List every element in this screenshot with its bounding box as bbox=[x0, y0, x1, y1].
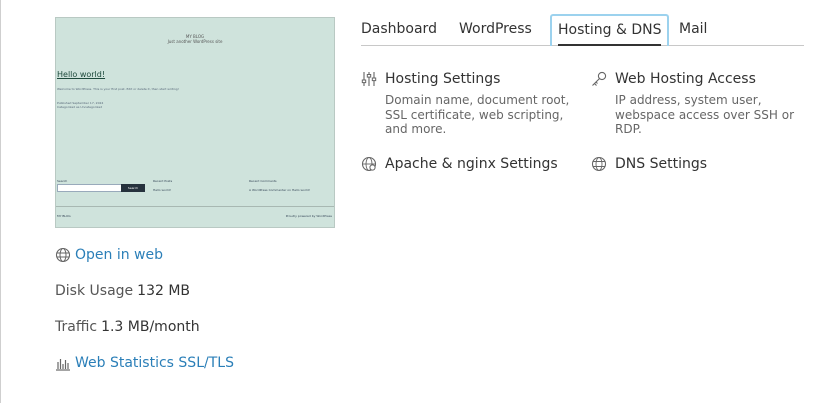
tab-hosting-dns[interactable]: Hosting & DNS bbox=[550, 14, 670, 46]
preview-post-category: Categorized as Uncategorized bbox=[57, 105, 103, 109]
web-statistics-link[interactable]: Web Statistics SSL/TLS bbox=[55, 355, 234, 371]
apache-nginx-settings-item[interactable]: Apache & nginx Settings bbox=[361, 156, 586, 172]
preview-footer-site-name: MY BLOG bbox=[57, 214, 71, 218]
web-statistics-label[interactable]: Web Statistics SSL/TLS bbox=[75, 355, 234, 371]
traffic-row: Traffic 1.3 MB/month bbox=[55, 319, 200, 335]
traffic-label: Traffic bbox=[55, 319, 98, 335]
web-hosting-access-item[interactable]: Web Hosting Access IP address, system us… bbox=[591, 71, 796, 137]
tab-mail[interactable]: Mail bbox=[679, 14, 707, 45]
disk-usage-label: Disk Usage bbox=[55, 283, 134, 299]
disk-usage-row: Disk Usage 132 MB bbox=[55, 283, 190, 299]
preview-recent-comments-label: Recent Comments bbox=[249, 179, 277, 183]
preview-post-title: Hello world! bbox=[57, 70, 106, 79]
preview-recent-comment: A WordPress Commenter on Hello world! bbox=[249, 188, 311, 192]
web-hosting-access-link[interactable]: Web Hosting Access bbox=[615, 71, 756, 87]
hosting-settings-item[interactable]: Hosting Settings Domain name, document r… bbox=[361, 71, 586, 137]
preview-search-label: Search bbox=[57, 179, 68, 183]
preview-site-tagline: Just another WordPress site bbox=[167, 39, 223, 44]
subscription-tabs: Dashboard WordPress Hosting & DNS Mail bbox=[361, 14, 804, 46]
window-left-border bbox=[0, 0, 1, 403]
hosting-settings-description: Domain name, document root, SSL certific… bbox=[385, 93, 570, 136]
open-in-web-label[interactable]: Open in web bbox=[75, 247, 163, 263]
preview-footer-credit: Proudly powered by WordPress bbox=[285, 214, 332, 218]
key-icon bbox=[591, 71, 607, 87]
preview-site-header: MY BLOG Just another WordPress site bbox=[56, 34, 334, 44]
apache-nginx-settings-link[interactable]: Apache & nginx Settings bbox=[385, 156, 558, 172]
website-preview-thumbnail[interactable]: MY BLOG Just another WordPress site Hell… bbox=[55, 17, 335, 228]
disk-usage-value: 132 MB bbox=[137, 283, 191, 299]
globe-icon bbox=[55, 247, 71, 263]
preview-recent-posts-label: Recent Posts bbox=[153, 179, 173, 183]
preview-post-text: Welcome to WordPress. This is your first… bbox=[57, 87, 179, 91]
open-in-web-link[interactable]: Open in web bbox=[55, 247, 163, 263]
sliders-icon bbox=[361, 71, 377, 87]
dns-globe-icon bbox=[591, 156, 607, 172]
preview-footer-divider bbox=[56, 206, 334, 207]
traffic-value: 1.3 MB/month bbox=[101, 319, 200, 335]
web-hosting-access-description: IP address, system user, webspace access… bbox=[615, 93, 795, 136]
tab-dashboard[interactable]: Dashboard bbox=[361, 14, 437, 45]
tab-wordpress[interactable]: WordPress bbox=[459, 14, 532, 45]
dns-settings-link[interactable]: DNS Settings bbox=[615, 156, 707, 172]
gear-globe-icon bbox=[361, 156, 377, 172]
bar-chart-icon bbox=[55, 355, 71, 371]
tab-hosting-dns-label: Hosting & DNS bbox=[558, 16, 662, 46]
preview-recent-post: Hello world! bbox=[153, 188, 172, 192]
dns-settings-item[interactable]: DNS Settings bbox=[591, 156, 796, 172]
hosting-settings-link[interactable]: Hosting Settings bbox=[385, 71, 500, 87]
preview-search-button: Search bbox=[121, 184, 145, 192]
